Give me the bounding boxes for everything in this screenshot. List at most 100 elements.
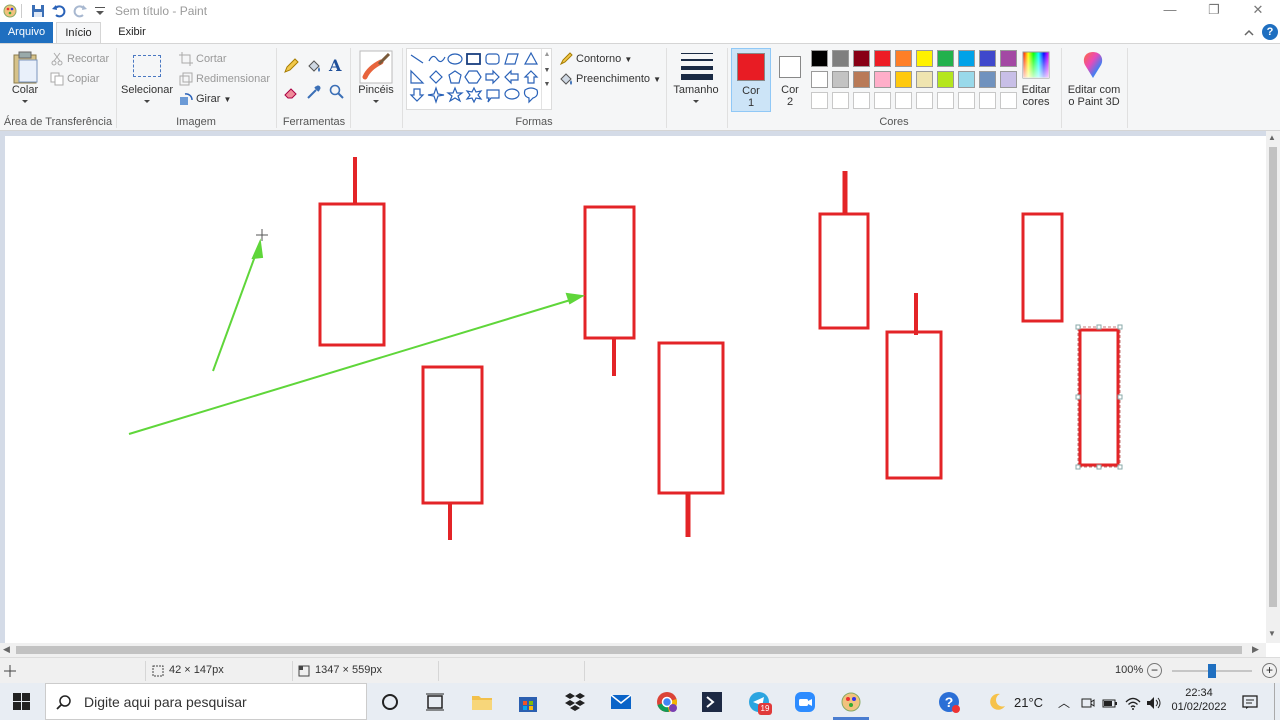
- palette-swatch[interactable]: [832, 71, 849, 88]
- palette-swatch[interactable]: [832, 50, 849, 67]
- tab-inicio[interactable]: Início: [56, 22, 101, 43]
- paste-icon[interactable]: [12, 51, 40, 85]
- palette-swatch[interactable]: [874, 50, 891, 67]
- line-size-icon[interactable]: [681, 51, 713, 81]
- save-icon[interactable]: [30, 3, 46, 19]
- help-button[interactable]: ?: [1262, 24, 1278, 40]
- size-button[interactable]: Tamanho: [670, 84, 722, 96]
- shapes-expand-icon[interactable]: ▼: [542, 81, 552, 88]
- text-tool-icon[interactable]: A: [329, 56, 341, 75]
- palette-swatch[interactable]: [979, 50, 996, 67]
- edit-colors-label-2[interactable]: cores: [1014, 96, 1058, 108]
- brushes-button[interactable]: Pincéis: [353, 84, 399, 96]
- edit-colors-label[interactable]: Editar: [1014, 84, 1058, 96]
- brushes-icon[interactable]: [359, 50, 393, 84]
- paste-dropdown-icon[interactable]: [20, 99, 30, 105]
- fill-bucket-icon[interactable]: [306, 58, 322, 74]
- palette-custom-slot[interactable]: [811, 92, 828, 109]
- close-button[interactable]: ✕: [1236, 0, 1280, 22]
- color1-button[interactable]: Cor 1: [731, 48, 771, 112]
- paint3d-label[interactable]: Editar com: [1064, 84, 1124, 96]
- resize-button[interactable]: Redimensionar: [179, 70, 270, 88]
- paint-taskbar-icon[interactable]: [839, 690, 863, 714]
- palette-custom-slot[interactable]: [958, 92, 975, 109]
- vertical-scrollbar[interactable]: ▲ ▼: [1266, 131, 1280, 643]
- paste-button[interactable]: Colar: [5, 84, 45, 96]
- vertical-scroll-thumb[interactable]: [1269, 147, 1277, 607]
- select-button[interactable]: Selecionar: [118, 84, 176, 96]
- volume-icon[interactable]: [1146, 695, 1162, 711]
- palette-swatch[interactable]: [937, 50, 954, 67]
- palette-custom-slot[interactable]: [832, 92, 849, 109]
- restore-button[interactable]: ❐: [1192, 0, 1236, 22]
- minimize-button[interactable]: —: [1148, 0, 1192, 22]
- palette-swatch[interactable]: [895, 71, 912, 88]
- palette-custom-slot[interactable]: [916, 92, 933, 109]
- drawing-canvas[interactable]: [5, 136, 1266, 643]
- dropbox-icon[interactable]: [563, 690, 587, 714]
- meet-now-icon[interactable]: [1081, 696, 1095, 710]
- task-view-icon[interactable]: [423, 690, 447, 714]
- color-picker-icon[interactable]: [306, 84, 322, 100]
- taskbar-search-box[interactable]: Digite aqui para pesquisar: [45, 683, 367, 720]
- cut-button[interactable]: Recortar: [50, 50, 109, 68]
- clock[interactable]: 22:34 01/02/2022: [1166, 685, 1232, 719]
- select-dropdown-icon[interactable]: [142, 99, 152, 105]
- undo-icon[interactable]: [51, 3, 67, 19]
- file-menu-button[interactable]: Arquivo: [0, 22, 53, 43]
- shapes-scroll-up-icon[interactable]: ▲: [542, 51, 552, 58]
- palette-custom-slot[interactable]: [979, 92, 996, 109]
- palette-swatch[interactable]: [937, 71, 954, 88]
- palette-custom-slot[interactable]: [874, 92, 891, 109]
- palette-swatch[interactable]: [958, 50, 975, 67]
- horizontal-scroll-thumb[interactable]: [16, 646, 1242, 654]
- rotate-button[interactable]: Girar ▼: [179, 90, 231, 108]
- brushes-dropdown-icon[interactable]: [371, 99, 381, 105]
- chrome-icon[interactable]: [655, 690, 679, 714]
- tray-overflow-icon[interactable]: ︿: [1058, 694, 1070, 711]
- shapes-scroll-down-icon[interactable]: ▼: [542, 67, 552, 74]
- cortana-icon[interactable]: [378, 690, 402, 714]
- customize-quick-access-icon[interactable]: [92, 3, 108, 19]
- palette-swatch[interactable]: [811, 50, 828, 67]
- windows-start-icon[interactable]: [13, 693, 30, 710]
- mail-icon[interactable]: [609, 690, 633, 714]
- copy-button[interactable]: Copiar: [50, 70, 99, 88]
- palette-swatch[interactable]: [1000, 50, 1017, 67]
- zoom-out-button[interactable]: −: [1147, 663, 1162, 678]
- tab-exibir[interactable]: Exibir: [110, 22, 154, 43]
- scroll-right-icon[interactable]: ▶: [1252, 644, 1259, 655]
- palette-custom-slot[interactable]: [895, 92, 912, 109]
- scroll-up-icon[interactable]: ▲: [1268, 133, 1276, 142]
- palette-swatch[interactable]: [853, 50, 870, 67]
- palette-swatch[interactable]: [853, 71, 870, 88]
- shape-icons[interactable]: [407, 49, 541, 109]
- palette-swatch[interactable]: [874, 71, 891, 88]
- outline-button[interactable]: Contorno ▼: [559, 50, 632, 68]
- collapse-ribbon-icon[interactable]: [1243, 27, 1255, 39]
- pencil-icon[interactable]: [283, 58, 299, 74]
- zoom-slider-thumb[interactable]: [1208, 664, 1216, 678]
- file-explorer-icon[interactable]: [470, 690, 494, 714]
- palette-swatch[interactable]: [916, 50, 933, 67]
- redo-icon[interactable]: [72, 3, 88, 19]
- select-icon[interactable]: [133, 55, 161, 77]
- selection-handles[interactable]: [1075, 324, 1123, 470]
- palette-custom-slot[interactable]: [853, 92, 870, 109]
- palette-swatch[interactable]: [979, 71, 996, 88]
- palette-custom-slot[interactable]: [937, 92, 954, 109]
- scroll-left-icon[interactable]: ◀: [3, 644, 10, 655]
- palette-swatch[interactable]: [895, 50, 912, 67]
- crop-button[interactable]: Cortar: [179, 50, 227, 68]
- color2-button[interactable]: Cor 2: [773, 48, 807, 112]
- palette-swatch[interactable]: [811, 71, 828, 88]
- show-desktop-button[interactable]: [1274, 683, 1275, 720]
- scroll-down-icon[interactable]: ▼: [1268, 629, 1276, 638]
- zoom-in-button[interactable]: +: [1262, 663, 1277, 678]
- eraser-icon[interactable]: [283, 84, 299, 100]
- palette-swatch[interactable]: [916, 71, 933, 88]
- notifications-icon[interactable]: [1242, 694, 1258, 710]
- size-dropdown-icon[interactable]: [691, 99, 701, 105]
- powershell-icon[interactable]: [700, 690, 724, 714]
- magnifier-icon[interactable]: [329, 84, 345, 100]
